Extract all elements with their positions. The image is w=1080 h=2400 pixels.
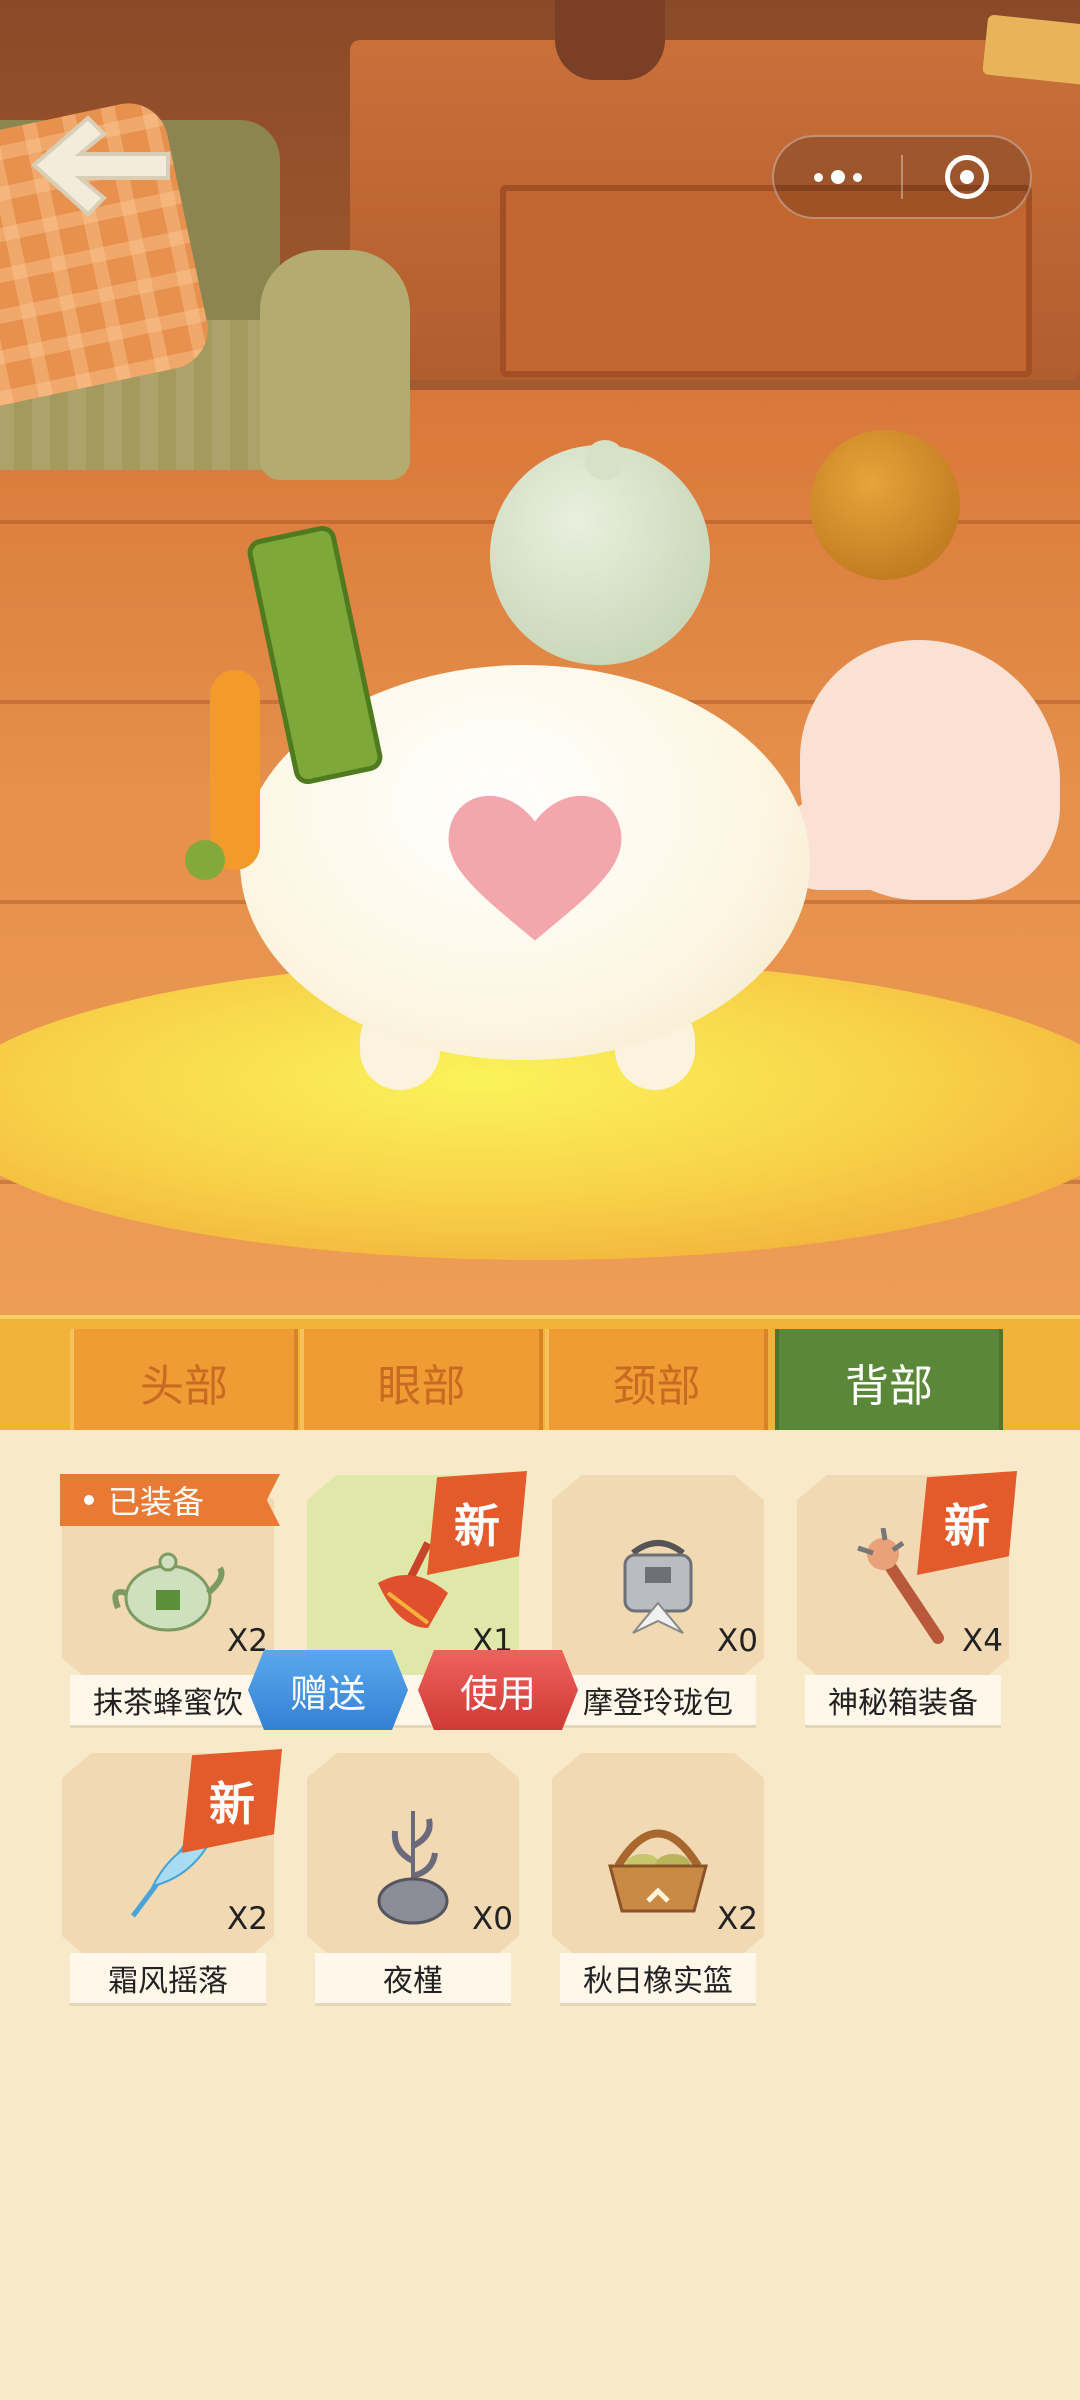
inventory-item-modern-bag[interactable]: X0 摩登玲珑包 — [552, 1475, 764, 1725]
green-bud — [185, 840, 225, 880]
item-count: X2 — [227, 1623, 268, 1659]
close-program-button[interactable] — [903, 137, 1030, 217]
inventory-item-acorn-basket[interactable]: X2 秋日橡实篮 — [552, 1753, 764, 2003]
gift-button[interactable]: 赠送 — [248, 1650, 408, 1730]
item-name: 摩登玲珑包 — [560, 1675, 756, 1725]
inventory-item-mystery-box[interactable]: 新 X4 神秘箱装备 — [797, 1471, 1017, 1725]
item-name: 抹茶蜂蜜饮 — [70, 1675, 266, 1725]
matcha-teapot-icon — [112, 1552, 225, 1632]
flower-accessory — [210, 670, 260, 870]
vase — [555, 0, 665, 80]
game-scene — [0, 0, 1080, 1320]
item-name: 夜槿 — [315, 1953, 511, 2003]
tab-eyes[interactable]: 眼部 — [300, 1329, 543, 1434]
category-tabs: 头部 眼部 颈部 背部 — [0, 1315, 1080, 1434]
target-circle-icon — [944, 155, 989, 199]
item-count: X0 — [717, 1623, 758, 1659]
book — [982, 14, 1080, 86]
item-name: 秋日橡实篮 — [560, 1953, 756, 2003]
item-name: 霜风摇落 — [70, 1953, 266, 2003]
tab-back[interactable]: 背部 — [775, 1329, 1003, 1434]
mini-program-capsule — [772, 135, 1032, 219]
heart-mark — [448, 795, 622, 941]
item-count: X4 — [962, 1623, 1003, 1659]
item-count: X0 — [472, 1901, 513, 1937]
yarn-ball — [810, 430, 960, 580]
silver-bag-icon — [623, 1539, 693, 1634]
item-count: X2 — [227, 1901, 268, 1937]
equipped-badge: 已装备 — [60, 1474, 280, 1526]
tab-neck[interactable]: 颈部 — [545, 1329, 768, 1434]
use-button[interactable]: 使用 — [418, 1650, 578, 1730]
tab-head[interactable]: 头部 — [70, 1329, 298, 1434]
back-arrow-icon — [30, 115, 170, 217]
item-count: X2 — [717, 1901, 758, 1937]
item-name: 神秘箱装备 — [805, 1675, 1001, 1725]
more-menu-button[interactable] — [774, 137, 901, 217]
back-arrow-button[interactable] — [26, 110, 176, 220]
potted-plant-icon — [377, 1810, 449, 1925]
inventory-item-frost-wind[interactable]: 新 X2 霜风摇落 — [62, 1749, 282, 2003]
teapot-lid — [585, 440, 625, 480]
cactus-accessory — [244, 523, 386, 787]
acorn-basket-icon — [608, 1829, 708, 1913]
more-dots-icon — [813, 170, 862, 184]
inventory-item-night-hibiscus[interactable]: X0 夜槿 — [307, 1753, 519, 2003]
